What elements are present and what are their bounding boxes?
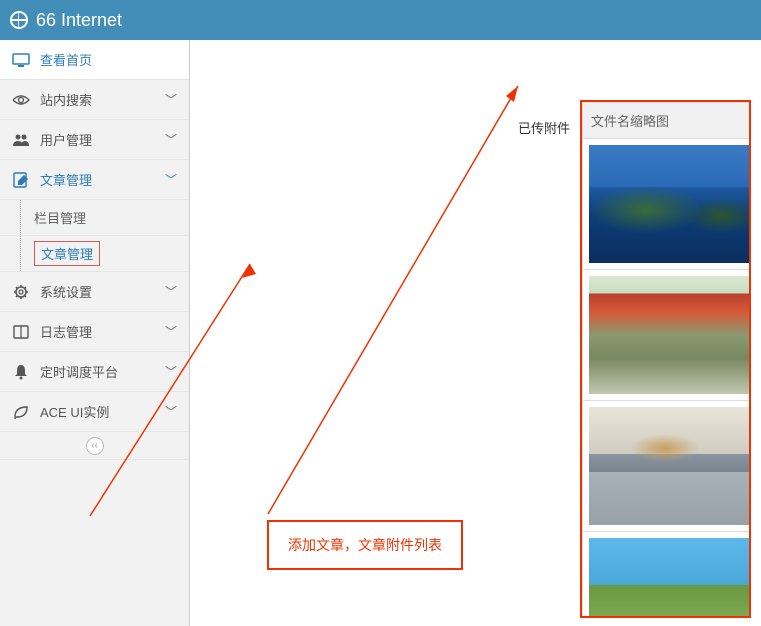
thumbnail-image	[589, 407, 751, 525]
sidebar-item-logs[interactable]: 日志管理 ﹀	[0, 312, 189, 352]
chevron-down-icon: ﹀	[165, 363, 177, 380]
attachment-table: 文件名缩略图 文件名 爱壁纸HD-10043894 爱壁纸HD-10051704…	[582, 102, 751, 618]
topbar: 66 Internet	[0, 0, 761, 40]
sidebar-sub-columns[interactable]: 栏目管理	[0, 200, 189, 236]
table-row[interactable]: 爱壁纸HD-10782897	[583, 532, 752, 619]
attachment-table-wrap: 文件名缩略图 文件名 爱壁纸HD-10043894 爱壁纸HD-10051704…	[580, 100, 751, 618]
chevron-left-icon: ‹‹	[86, 437, 104, 455]
thumbnail-image	[589, 538, 751, 618]
thumbnail-image	[589, 145, 751, 263]
chevron-down-icon: ﹀	[165, 171, 177, 188]
sidebar-item-label: 查看首页	[40, 50, 177, 69]
sidebar-item-label: 用户管理	[40, 130, 165, 149]
gear-icon	[12, 283, 30, 301]
chevron-down-icon: ﹀	[165, 283, 177, 300]
sidebar-item-label: 站内搜索	[40, 90, 165, 109]
sidebar-item-settings[interactable]: 系统设置 ﹀	[0, 272, 189, 312]
table-row[interactable]: 爱壁纸HD-10700937	[583, 401, 752, 532]
bell-icon	[12, 363, 30, 381]
sidebar-item-label: 系统设置	[40, 282, 165, 301]
content-area: 已传附件 文件名缩略图 文件名 爱壁纸HD-10043894 爱壁纸HD-100…	[190, 40, 761, 626]
book-icon	[12, 323, 30, 341]
sidebar-item-search[interactable]: 站内搜索 ﹀	[0, 80, 189, 120]
thumbnail-image	[589, 276, 751, 394]
sidebar-sub-label: 栏目管理	[34, 208, 86, 227]
eye-icon	[12, 91, 30, 109]
table-row[interactable]: 爱壁纸HD-10051704	[583, 270, 752, 401]
sidebar-item-aceui[interactable]: ACE UI实例 ﹀	[0, 392, 189, 432]
table-row[interactable]: 爱壁纸HD-10043894	[583, 139, 752, 270]
sidebar-item-label: 文章管理	[40, 170, 165, 189]
sidebar-sub-articles[interactable]: 文章管理	[0, 236, 189, 272]
col-thumb: 文件名缩略图	[583, 103, 752, 139]
sidebar-collapse-button[interactable]: ‹‹	[0, 432, 189, 460]
sidebar-item-label: ACE UI实例	[40, 402, 165, 421]
chevron-down-icon: ﹀	[165, 323, 177, 340]
chevron-down-icon: ﹀	[165, 403, 177, 420]
annotation-box: 添加文章，文章附件列表	[267, 520, 463, 570]
annotation-arrow-2	[250, 80, 530, 520]
sidebar-item-users[interactable]: 用户管理 ﹀	[0, 120, 189, 160]
chevron-down-icon: ﹀	[165, 91, 177, 108]
sidebar-item-scheduler[interactable]: 定时调度平台 ﹀	[0, 352, 189, 392]
sidebar-item-label: 日志管理	[40, 322, 165, 341]
uploaded-label: 已传附件	[518, 118, 570, 137]
chevron-down-icon: ﹀	[165, 131, 177, 148]
edit-icon	[12, 171, 30, 189]
brand-title: 66 Internet	[36, 10, 122, 31]
leaf-icon	[12, 403, 30, 421]
globe-icon	[10, 11, 28, 29]
sidebar-item-articles[interactable]: 文章管理 ﹀	[0, 160, 189, 200]
sidebar-item-label: 定时调度平台	[40, 362, 165, 381]
sidebar-sub-label: 文章管理	[34, 241, 100, 266]
sidebar: 查看首页 站内搜索 ﹀ 用户管理 ﹀ 文章管理 ﹀ 栏目管理 文章管理 系统设置…	[0, 40, 190, 626]
annotation-text: 添加文章，文章附件列表	[288, 535, 442, 555]
sidebar-item-home[interactable]: 查看首页	[0, 40, 189, 80]
users-icon	[12, 131, 30, 149]
monitor-icon	[12, 51, 30, 69]
